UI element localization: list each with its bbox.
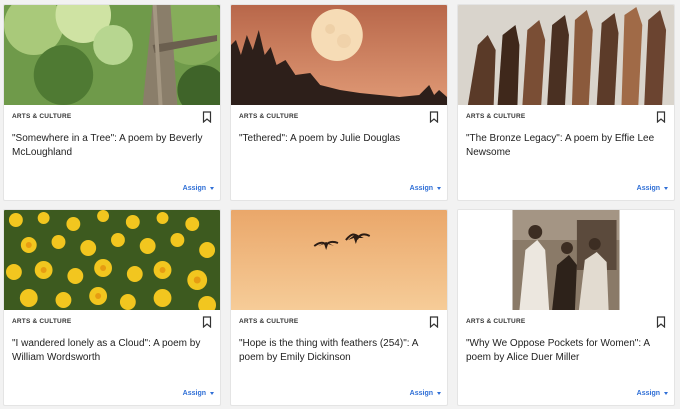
bookmark-icon[interactable] — [656, 111, 666, 123]
category-label: ARTS & CULTURE — [239, 318, 299, 325]
category-label: ARTS & CULTURE — [239, 113, 299, 120]
article-title[interactable]: "Hope is the thing with feathers (254)":… — [239, 337, 439, 365]
article-card[interactable]: ARTS & CULTURE "I wandered lonely as a C… — [3, 209, 221, 406]
article-card[interactable]: ARTS & CULTURE "Why We Oppose Pockets fo… — [457, 209, 675, 406]
bookmark-icon[interactable] — [202, 316, 212, 328]
caret-down-icon — [437, 392, 441, 395]
article-title[interactable]: "Tethered": A poem by Julie Douglas — [239, 132, 439, 146]
article-card[interactable]: ARTS & CULTURE "Hope is the thing with f… — [230, 209, 448, 406]
article-card[interactable]: ARTS & CULTURE "The Bronze Legacy": A po… — [457, 4, 675, 201]
assign-button[interactable]: Assign — [183, 185, 214, 192]
category-label: ARTS & CULTURE — [12, 318, 72, 325]
bookmark-icon[interactable] — [429, 111, 439, 123]
assign-label: Assign — [409, 185, 433, 192]
assign-button[interactable]: Assign — [410, 390, 441, 397]
caret-down-icon — [664, 187, 668, 190]
article-title[interactable]: "Somewhere in a Tree": A poem by Beverly… — [12, 132, 212, 160]
caret-down-icon — [664, 392, 668, 395]
caret-down-icon — [210, 187, 214, 190]
bookmark-icon[interactable] — [656, 316, 666, 328]
article-title[interactable]: "Why We Oppose Pockets for Women": A poe… — [466, 337, 666, 365]
category-label: ARTS & CULTURE — [466, 318, 526, 325]
bookmark-icon[interactable] — [429, 316, 439, 328]
bookmark-icon[interactable] — [202, 111, 212, 123]
assign-button[interactable]: Assign — [410, 185, 441, 192]
article-title[interactable]: "The Bronze Legacy": A poem by Effie Lee… — [466, 132, 666, 160]
article-card[interactable]: ARTS & CULTURE "Tethered": A poem by Jul… — [230, 4, 448, 201]
assign-label: Assign — [636, 390, 660, 397]
assign-label: Assign — [182, 390, 206, 397]
assign-button[interactable]: Assign — [637, 185, 668, 192]
assign-label: Assign — [182, 185, 206, 192]
article-title[interactable]: "I wandered lonely as a Cloud": A poem b… — [12, 337, 212, 365]
caret-down-icon — [437, 187, 441, 190]
caret-down-icon — [210, 392, 214, 395]
category-label: ARTS & CULTURE — [466, 113, 526, 120]
article-card[interactable]: ARTS & CULTURE "Somewhere in a Tree": A … — [3, 4, 221, 201]
vintage-women-photo-icon[interactable] — [458, 210, 674, 310]
raised-hands-photo-icon[interactable] — [458, 5, 674, 105]
full-moon-photo-icon[interactable] — [231, 5, 447, 105]
assign-button[interactable]: Assign — [637, 390, 668, 397]
category-label: ARTS & CULTURE — [12, 113, 72, 120]
assign-label: Assign — [636, 185, 660, 192]
daffodils-photo-icon[interactable] — [4, 210, 220, 310]
tree-photo-icon[interactable] — [4, 5, 220, 105]
birds-in-sky-photo-icon[interactable] — [231, 210, 447, 310]
assign-button[interactable]: Assign — [183, 390, 214, 397]
assign-label: Assign — [409, 390, 433, 397]
